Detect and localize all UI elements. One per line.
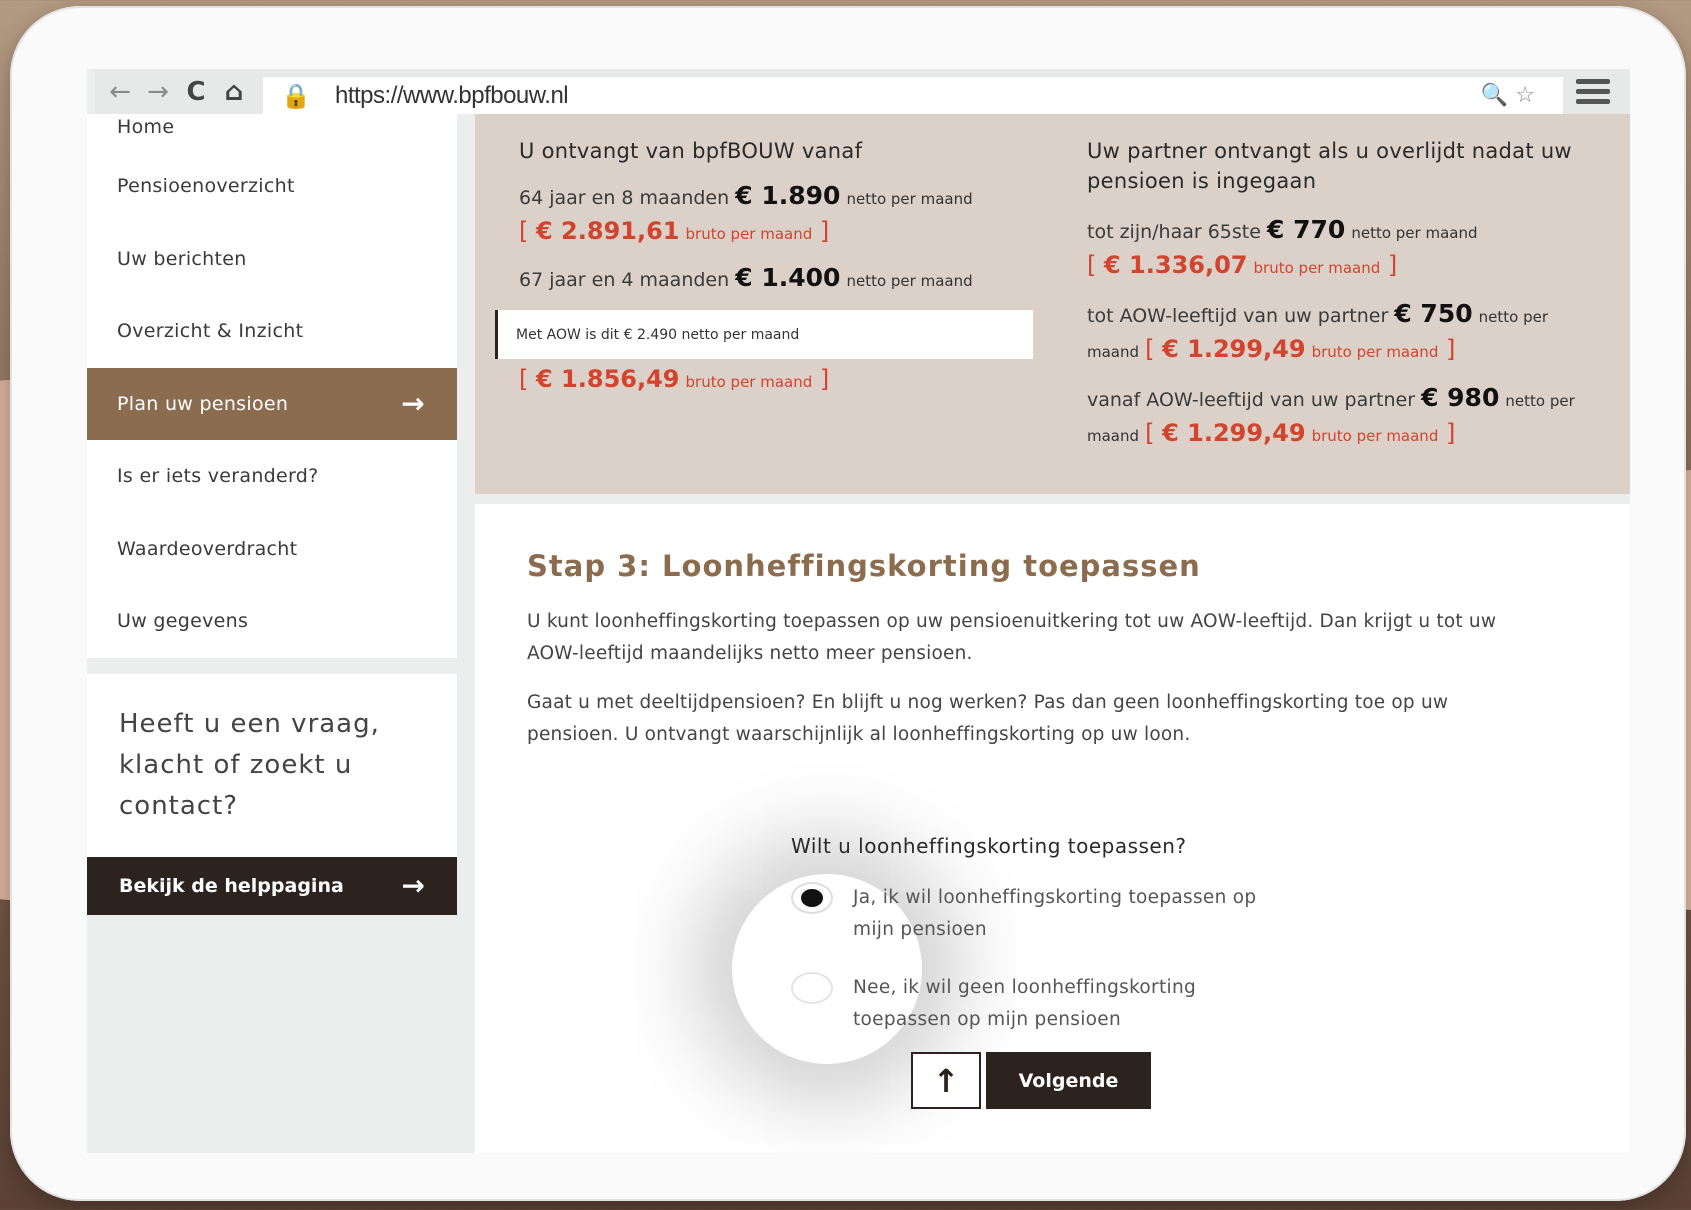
netto-amount: € 770 <box>1266 215 1346 244</box>
hamburger-menu-icon[interactable] <box>1576 79 1610 109</box>
summary-row: 64 jaar en 8 maanden € 1.890 netto per m… <box>519 180 1039 215</box>
address-bar[interactable]: 🔒 https://www.bpfbouw.nl 🔍 ☆ <box>263 77 1563 114</box>
row-label: 64 jaar en 8 maanden <box>519 187 730 209</box>
sidebar-item-berichten[interactable]: Uw berichten <box>87 223 457 296</box>
row-label: tot zijn/haar 65ste <box>1087 221 1261 243</box>
netto-unit: netto per maand <box>1351 224 1478 242</box>
netto-unit: netto per <box>1478 308 1549 326</box>
netto-amount: € 750 <box>1394 299 1473 328</box>
sidebar-item-label: Uw gegevens <box>117 610 249 633</box>
step-paragraph: U kunt loonheffingskorting toepassen op … <box>527 611 1497 664</box>
forward-icon[interactable]: → <box>139 77 177 107</box>
back-to-top-button[interactable]: ↑ <box>911 1052 981 1109</box>
arrow-right-icon: → <box>401 869 425 902</box>
option-no[interactable]: Nee, ik wil geen loonheffingskorting toe… <box>791 972 1273 1036</box>
row-label: vanaf AOW-leeftijd van uw partner <box>1087 389 1416 411</box>
option-yes[interactable]: Ja, ik wil loonheffingskorting toepassen… <box>791 882 1273 946</box>
bruto-unit: bruto per maand <box>685 373 813 391</box>
sidebar-item-veranderd[interactable]: Is er iets veranderd? <box>87 440 457 513</box>
sidebar-nav: Home Pensioenoverzicht Uw berichten Over… <box>87 114 457 658</box>
sidebar-item-pensioenoverzicht[interactable]: Pensioenoverzicht <box>87 150 457 223</box>
option-no-label[interactable]: Nee, ik wil geen loonheffingskorting toe… <box>853 972 1273 1036</box>
sidebar-item-label: Pensioenoverzicht <box>117 175 295 198</box>
summary-row: tot AOW-leeftijd van uw partner € 750 ne… <box>1087 298 1607 333</box>
bruto-row: [ € 2.891,61 bruto per maand ] <box>519 217 830 245</box>
radio-no[interactable] <box>791 972 833 1004</box>
bruto-row: [ € 1.336,07 bruto per maand ] <box>1087 251 1398 279</box>
arrow-up-icon: ↑ <box>932 1061 960 1100</box>
summary-own-heading: U ontvangt van bpfBOUW vanaf <box>519 139 863 163</box>
netto-unit: maand <box>1087 343 1140 361</box>
sidebar-item-label: Home <box>117 116 175 138</box>
bruto-row: maand [ € 1.299,49 bruto per maand ] <box>1087 335 1456 363</box>
sidebar-item-plan[interactable]: Plan uw pensioen → <box>87 367 457 440</box>
summary-row: 67 jaar en 4 maanden € 1.400 netto per m… <box>519 262 1039 297</box>
sidebar-item-gegevens[interactable]: Uw gegevens <box>87 585 457 658</box>
back-icon[interactable]: ← <box>101 77 139 107</box>
step-title: Stap 3: Loonheffingskorting toepassen <box>527 549 1201 583</box>
zoom-star-icons[interactable]: 🔍 ☆ <box>1481 83 1535 108</box>
home-icon[interactable]: ⌂ <box>215 77 253 107</box>
netto-amount: € 980 <box>1421 383 1500 412</box>
bruto-unit: bruto per maand <box>1311 427 1439 445</box>
sidebar-item-label: Overzicht & Inzicht <box>117 320 304 343</box>
bruto-amount: € 1.336,07 <box>1104 251 1248 279</box>
netto-unit: netto per maand <box>846 190 973 208</box>
summary-partner-heading: Uw partner ontvangt als u overlijdt nada… <box>1087 139 1572 193</box>
sidebar-item-home[interactable]: Home <box>87 114 457 150</box>
help-button-label: Bekijk de helppagina <box>119 874 344 897</box>
sidebar-item-label: Plan uw pensioen <box>117 392 289 415</box>
help-text: Heeft u een vraag, klacht of zoekt u con… <box>119 708 380 821</box>
bruto-amount: € 1.299,49 <box>1162 335 1306 363</box>
step-panel: Stap 3: Loonheffingskorting toepassen U … <box>475 504 1630 1153</box>
netto-unit: netto per <box>1505 392 1575 410</box>
row-label: tot AOW-leeftijd van uw partner <box>1087 305 1389 327</box>
bruto-amount: € 1.299,49 <box>1162 419 1306 447</box>
bruto-unit: bruto per maand <box>1311 343 1439 361</box>
lock-icon: 🔒 <box>281 81 311 110</box>
url-text[interactable]: https://www.bpfbouw.nl <box>335 82 569 110</box>
step-paragraph: Gaat u met deeltijdpensioen? En blijft u… <box>527 692 1449 745</box>
netto-amount: € 1.400 <box>735 263 841 292</box>
bruto-amount: € 1.856,49 <box>536 365 680 393</box>
sidebar-item-label: Uw berichten <box>117 247 247 270</box>
help-page-button[interactable]: Bekijk de helppagina → <box>87 856 457 915</box>
radio-yes[interactable] <box>791 882 833 914</box>
next-button[interactable]: Volgende <box>986 1052 1151 1109</box>
question-label: Wilt u loonheffingskorting toepassen? <box>791 834 1187 858</box>
sidebar-item-label: Is er iets veranderd? <box>117 465 319 488</box>
option-yes-label[interactable]: Ja, ik wil loonheffingskorting toepassen… <box>853 882 1273 946</box>
bruto-row: maand [ € 1.299,49 bruto per maand ] <box>1087 419 1456 447</box>
sidebar-item-label: Waardeoverdracht <box>117 537 298 560</box>
screen: ← → C ⌂ 🔒 https://www.bpfbouw.nl 🔍 ☆ Hom… <box>87 69 1630 1153</box>
sidebar: Home Pensioenoverzicht Uw berichten Over… <box>87 114 457 915</box>
divider <box>87 657 457 674</box>
netto-unit: netto per maand <box>846 272 973 290</box>
row-label: 67 jaar en 4 maanden <box>519 269 730 291</box>
tablet-frame: ← → C ⌂ 🔒 https://www.bpfbouw.nl 🔍 ☆ Hom… <box>10 6 1686 1201</box>
sidebar-item-waardeoverdracht[interactable]: Waardeoverdracht <box>87 513 457 586</box>
pension-summary: U ontvangt van bpfBOUW vanaf 64 jaar en … <box>475 114 1630 494</box>
browser-toolbar: ← → C ⌂ 🔒 https://www.bpfbouw.nl 🔍 ☆ <box>95 69 1630 114</box>
reload-icon[interactable]: C <box>177 77 215 107</box>
arrow-right-icon: → <box>401 387 425 421</box>
bruto-row: [ € 1.856,49 bruto per maand ] <box>519 365 830 393</box>
bruto-unit: bruto per maand <box>1253 259 1381 277</box>
netto-unit: maand <box>1087 427 1140 445</box>
bruto-amount: € 2.891,61 <box>536 217 680 245</box>
netto-amount: € 1.890 <box>735 181 841 210</box>
summary-partner: Uw partner ontvangt als u overlijdt nada… <box>1087 114 1607 452</box>
sidebar-item-overzicht[interactable]: Overzicht & Inzicht <box>87 295 457 368</box>
radio-selected-dot <box>801 889 823 907</box>
summary-row: vanaf AOW-leeftijd van uw partner € 980 … <box>1087 382 1607 417</box>
help-box: Heeft u een vraag, klacht of zoekt u con… <box>87 673 457 857</box>
bruto-unit: bruto per maand <box>685 225 813 243</box>
aow-note: Met AOW is dit € 2.490 netto per maand <box>495 310 1033 359</box>
summary-row: tot zijn/haar 65ste € 770 netto per maan… <box>1087 214 1607 249</box>
